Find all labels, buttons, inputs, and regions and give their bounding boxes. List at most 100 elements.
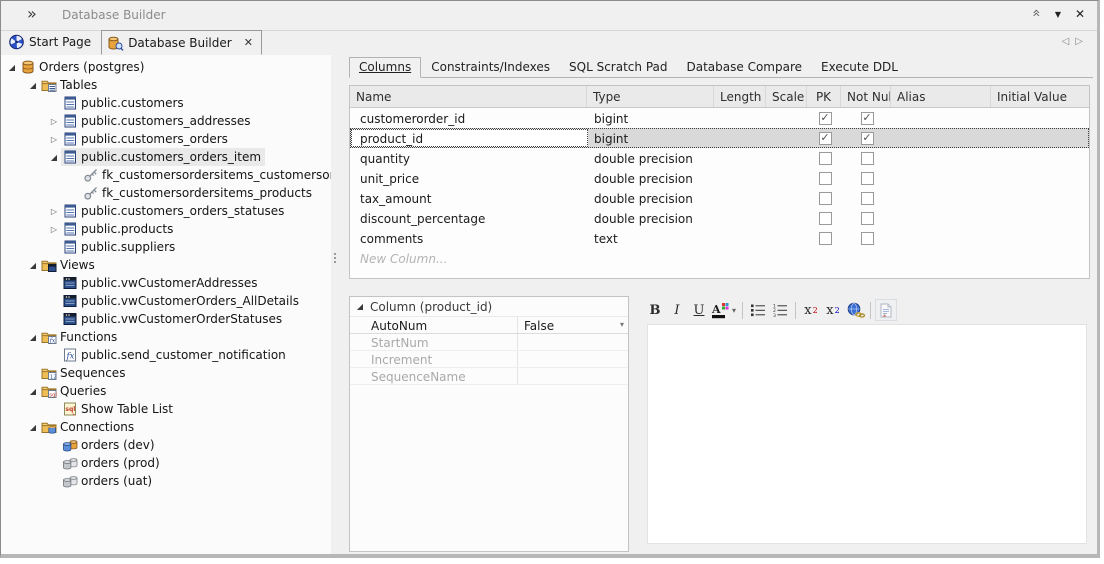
expand-sidebar-icon[interactable]: » <box>27 4 37 23</box>
collapse-window-icon[interactable]: » <box>1027 5 1045 21</box>
grid-cell-type[interactable]: bigint <box>588 109 715 127</box>
grid-cell-type[interactable]: double precision <box>588 189 715 207</box>
underline-icon[interactable]: U <box>688 299 710 321</box>
grid-cell-not-null[interactable] <box>842 129 892 147</box>
grid-cell-scale[interactable] <box>767 189 808 207</box>
grid-cell-not-null[interactable] <box>842 209 892 227</box>
expander-open-icon[interactable]: ◢ <box>47 153 61 162</box>
tab-scroll-arrows[interactable]: ◁▷ <box>1062 36 1089 47</box>
pk-checkbox[interactable] <box>819 172 832 185</box>
tree-item-fk-customersordersitems-customersorders[interactable]: fk_customersordersitems_customersorders <box>1 166 331 184</box>
not-null-checkbox[interactable] <box>861 212 874 225</box>
subscript-icon[interactable]: x2 <box>822 299 844 321</box>
grid-cell-not-null[interactable] <box>842 169 892 187</box>
tab-columns[interactable]: Columns <box>349 57 421 78</box>
tree-item-public-vwcustomerorderstatuses[interactable]: public.vwCustomerOrderStatuses <box>1 310 331 328</box>
expander-open-icon[interactable]: ◢ <box>26 423 40 432</box>
tree-item-public-customers-addresses[interactable]: ▷public.customers_addresses <box>1 112 331 130</box>
grid-cell-scale[interactable] <box>767 149 808 167</box>
tree-item-orders-prod[interactable]: orders (prod) <box>1 454 331 472</box>
grid-cell-type[interactable]: double precision <box>588 169 715 187</box>
grid-cell-not-null[interactable] <box>842 109 892 127</box>
tree-item-public-vwcustomeraddresses[interactable]: public.vwCustomerAddresses <box>1 274 331 292</box>
tree-item-public-customers-orders-item[interactable]: ◢public.customers_orders_item <box>1 148 331 166</box>
grid-cell-pk[interactable] <box>808 169 842 187</box>
window-close-icon[interactable]: ✕ <box>1071 7 1089 21</box>
not-null-checkbox[interactable] <box>861 192 874 205</box>
insert-document-icon[interactable] <box>875 299 897 321</box>
grid-cell-name[interactable]: comments <box>351 229 588 247</box>
grid-cell-name[interactable]: product_id <box>351 129 588 147</box>
grid-cell-type[interactable]: double precision <box>588 149 715 167</box>
not-null-checkbox[interactable] <box>861 232 874 245</box>
grid-cell-name[interactable]: customerorder_id <box>351 109 588 127</box>
tab-close-icon[interactable]: ✕ <box>244 36 253 49</box>
grid-cell-length[interactable] <box>715 209 767 227</box>
tree-item-orders-dev[interactable]: orders (dev) <box>1 436 331 454</box>
grid-cell-initial-value[interactable] <box>992 109 1088 127</box>
property-row-sequencename[interactable]: SequenceName <box>350 368 628 385</box>
tree-item-fk-customersordersitems-products[interactable]: fk_customersordersitems_products <box>1 184 331 202</box>
tree-item-tables[interactable]: ◢Tables <box>1 76 331 94</box>
font-color-dropdown-icon[interactable]: ▾ <box>732 306 736 315</box>
tree-item-public-vwcustomerorders-alldetails[interactable]: public.vwCustomerOrders_AllDetails <box>1 292 331 310</box>
tree-item-public-suppliers[interactable]: public.suppliers <box>1 238 331 256</box>
grid-cell-scale[interactable] <box>767 109 808 127</box>
new-column-label[interactable]: New Column... <box>351 249 588 267</box>
property-value[interactable] <box>517 351 628 367</box>
tree-item-orders-uat[interactable]: orders (uat) <box>1 472 331 490</box>
grid-cell-initial-value[interactable] <box>992 149 1088 167</box>
grid-cell-pk[interactable] <box>808 189 842 207</box>
grid-cell-pk[interactable] <box>808 129 842 147</box>
expander-open-icon[interactable]: ◢ <box>26 81 40 90</box>
grid-cell-not-null[interactable] <box>842 189 892 207</box>
bullet-list-icon[interactable] <box>747 299 769 321</box>
notes-editor[interactable] <box>647 324 1087 544</box>
column-properties-header[interactable]: ◢ Column (product_id) <box>350 297 628 317</box>
expander-open-icon[interactable]: ◢ <box>26 387 40 396</box>
expander-closed-icon[interactable]: ▷ <box>47 117 61 126</box>
not-null-checkbox[interactable] <box>861 112 874 125</box>
column-header-length[interactable]: Length <box>714 86 766 107</box>
grid-cell-alias[interactable] <box>892 209 992 227</box>
expander-open-icon[interactable]: ◢ <box>26 333 40 342</box>
grid-cell-initial-value[interactable] <box>992 169 1088 187</box>
pk-checkbox[interactable] <box>819 192 832 205</box>
grid-cell-initial-value[interactable] <box>992 209 1088 227</box>
grid-cell-initial-value[interactable] <box>992 229 1088 247</box>
property-value[interactable] <box>517 334 628 350</box>
pk-checkbox[interactable] <box>819 132 832 145</box>
grid-cell-length[interactable] <box>715 229 767 247</box>
column-header-initial-value[interactable]: Initial Value <box>991 86 1087 107</box>
column-header-type[interactable]: Type <box>587 86 714 107</box>
grid-cell-type[interactable]: text <box>588 229 715 247</box>
grid-cell-pk[interactable] <box>808 149 842 167</box>
tree-item-public-send-customer-notification[interactable]: fxpublic.send_customer_notification <box>1 346 331 364</box>
column-row-tax-amount[interactable]: tax_amountdouble precision <box>350 188 1089 208</box>
tree-item-public-products[interactable]: ▷public.products <box>1 220 331 238</box>
column-row-unit-price[interactable]: unit_pricedouble precision <box>350 168 1089 188</box>
pk-checkbox[interactable] <box>819 112 832 125</box>
grid-cell-scale[interactable] <box>767 169 808 187</box>
grid-cell-pk[interactable] <box>808 229 842 247</box>
property-row-startnum[interactable]: StartNum <box>350 334 628 351</box>
tree-item-sequences[interactable]: 12Sequences <box>1 364 331 382</box>
window-menu-icon[interactable]: ▼ <box>1049 10 1067 19</box>
doc-tab-database-builder[interactable]: Database Builder✕ <box>101 30 262 55</box>
expander-open-icon[interactable]: ◢ <box>350 302 370 311</box>
expander-open-icon[interactable]: ◢ <box>26 261 40 270</box>
column-row-quantity[interactable]: quantitydouble precision <box>350 148 1089 168</box>
not-null-checkbox[interactable] <box>861 132 874 145</box>
tab-constraints-indexes[interactable]: Constraints/Indexes <box>422 58 559 77</box>
grid-cell-pk[interactable] <box>808 209 842 227</box>
bold-icon[interactable]: B <box>644 299 666 321</box>
grid-cell-length[interactable] <box>715 189 767 207</box>
tab-database-compare[interactable]: Database Compare <box>678 58 812 77</box>
not-null-checkbox[interactable] <box>861 172 874 185</box>
tree-item-queries[interactable]: ◢sqlQueries <box>1 382 331 400</box>
grid-cell-alias[interactable] <box>892 229 992 247</box>
vertical-splitter[interactable] <box>331 55 341 554</box>
grid-cell-initial-value[interactable] <box>992 129 1088 147</box>
grid-cell-initial-value[interactable] <box>992 189 1088 207</box>
pk-checkbox[interactable] <box>819 212 832 225</box>
